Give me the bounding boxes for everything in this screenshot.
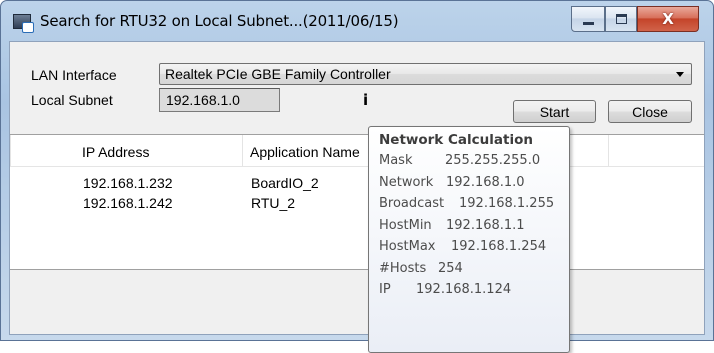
tooltip-key: Network	[379, 174, 434, 190]
tooltip-value: 192.168.1.1	[446, 217, 525, 233]
maximize-button[interactable]	[605, 6, 637, 32]
close-window-button[interactable]: X	[637, 6, 699, 32]
tooltip-value: 192.168.1.0	[446, 174, 525, 190]
column-header-application-name[interactable]: Application Name	[250, 135, 364, 166]
tooltip-key: #Hosts	[379, 260, 427, 276]
tooltip-row-network: Network 192.168.1.0	[379, 175, 569, 197]
info-icon[interactable]: i	[363, 91, 368, 109]
tooltip-row-hostmin: HostMin 192.168.1.1	[379, 218, 569, 240]
lan-interface-label: LAN Interface	[31, 67, 117, 83]
ip-address-cell: 192.168.1.242	[83, 195, 173, 211]
tooltip-key: HostMax	[379, 239, 436, 254]
window: Search for RTU32 on Local Subnet...(2011…	[0, 0, 714, 353]
lan-interface-dropdown[interactable]: Realtek PCIe GBE Family Controller	[159, 63, 692, 85]
tooltip-key: Mask	[379, 153, 413, 168]
results-list[interactable]: IP Address Application Name 192.168.1.23…	[10, 134, 704, 270]
lan-interface-value: Realtek PCIe GBE Family Controller	[165, 66, 391, 82]
column-separator[interactable]	[242, 135, 243, 166]
application-name-cell: RTU_2	[251, 195, 296, 211]
network-calculation-tooltip: Network Calculation Mask 255.255.255.0 Ne…	[368, 126, 570, 353]
application-name-cell: BoardIO_2	[251, 175, 319, 191]
list-header: IP Address Application Name	[10, 135, 704, 167]
minimize-button[interactable]	[571, 6, 605, 32]
tooltip-value: 255.255.255.0	[445, 153, 541, 168]
start-button[interactable]: Start	[513, 100, 596, 123]
tooltip-row-hostmax: HostMax 192.168.1.254	[379, 239, 569, 261]
close-icon: X	[662, 10, 674, 28]
ip-address-cell: 192.168.1.232	[83, 175, 173, 191]
tooltip-row-broadcast: Broadcast 192.168.1.255	[379, 196, 569, 218]
tooltip-key: HostMin	[379, 217, 432, 233]
tooltip-row-hosts: #Hosts 254	[379, 261, 569, 283]
dropdown-arrow-icon	[676, 72, 684, 77]
tooltip-key: IP	[379, 282, 391, 297]
tooltip-value: 192.168.1.124	[416, 282, 512, 297]
window-title: Search for RTU32 on Local Subnet...(2011…	[40, 12, 399, 30]
tooltip-key: Broadcast	[379, 196, 445, 211]
client-area: LAN Interface Realtek PCIe GBE Family Co…	[9, 41, 705, 353]
column-separator[interactable]	[608, 135, 609, 166]
minimize-icon	[582, 21, 594, 25]
tooltip-row-ip: IP 192.168.1.124	[379, 282, 569, 304]
local-subnet-input[interactable]: 192.168.1.0	[159, 88, 280, 112]
maximize-icon	[615, 14, 627, 24]
close-button[interactable]: Close	[608, 100, 692, 123]
column-separator	[10, 135, 11, 166]
tooltip-value: 192.168.1.254	[451, 239, 547, 254]
title-bar[interactable]: Search for RTU32 on Local Subnet...(2011…	[1, 1, 713, 41]
column-header-ip-address[interactable]: IP Address	[82, 135, 242, 166]
tooltip-value: 192.168.1.255	[459, 196, 555, 211]
local-subnet-label: Local Subnet	[31, 92, 113, 108]
tooltip-title: Network Calculation	[379, 132, 533, 148]
app-icon[interactable]	[13, 14, 34, 33]
tooltip-row-mask: Mask 255.255.255.0	[379, 153, 569, 175]
tooltip-value: 254	[438, 260, 463, 276]
